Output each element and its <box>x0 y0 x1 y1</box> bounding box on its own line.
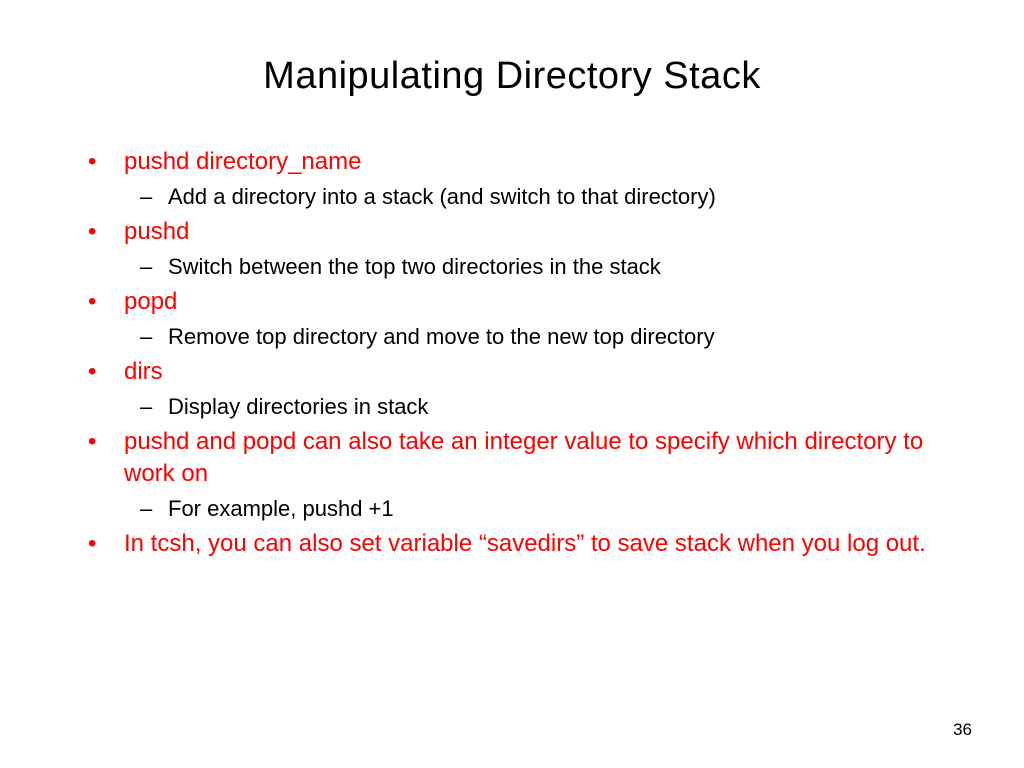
sub-label: Add a directory into a stack (and switch… <box>168 182 716 212</box>
sub-item: – Switch between the top two directories… <box>88 252 944 282</box>
bullet-item: • popd <box>88 286 944 318</box>
bullet-icon: • <box>88 286 124 318</box>
sub-label: Switch between the top two directories i… <box>168 252 661 282</box>
sub-item: – Display directories in stack <box>88 392 944 422</box>
bullet-label: In tcsh, you can also set variable “save… <box>124 528 926 560</box>
slide-content: • pushd directory_name – Add a directory… <box>80 146 944 560</box>
sub-label: For example, pushd +1 <box>168 494 394 524</box>
dash-icon: – <box>140 252 168 282</box>
bullet-icon: • <box>88 146 124 178</box>
bullet-icon: • <box>88 216 124 248</box>
bullet-label: popd <box>124 286 177 318</box>
bullet-item: • dirs <box>88 356 944 388</box>
dash-icon: – <box>140 392 168 422</box>
bullet-item: • pushd directory_name <box>88 146 944 178</box>
sub-label: Display directories in stack <box>168 392 428 422</box>
bullet-icon: • <box>88 426 124 458</box>
bullet-label: dirs <box>124 356 163 388</box>
dash-icon: – <box>140 494 168 524</box>
sub-item: – For example, pushd +1 <box>88 494 944 524</box>
slide-title: Manipulating Directory Stack <box>80 55 944 98</box>
bullet-item: • pushd and popd can also take an intege… <box>88 426 944 490</box>
bullet-label: pushd and popd can also take an integer … <box>124 426 944 490</box>
sub-item: – Remove top directory and move to the n… <box>88 322 944 352</box>
page-number: 36 <box>953 720 972 740</box>
dash-icon: – <box>140 322 168 352</box>
sub-label: Remove top directory and move to the new… <box>168 322 715 352</box>
bullet-item: • In tcsh, you can also set variable “sa… <box>88 528 944 560</box>
bullet-item: • pushd <box>88 216 944 248</box>
bullet-icon: • <box>88 528 124 560</box>
bullet-label: pushd directory_name <box>124 146 361 178</box>
bullet-icon: • <box>88 356 124 388</box>
bullet-label: pushd <box>124 216 189 248</box>
sub-item: – Add a directory into a stack (and swit… <box>88 182 944 212</box>
dash-icon: – <box>140 182 168 212</box>
